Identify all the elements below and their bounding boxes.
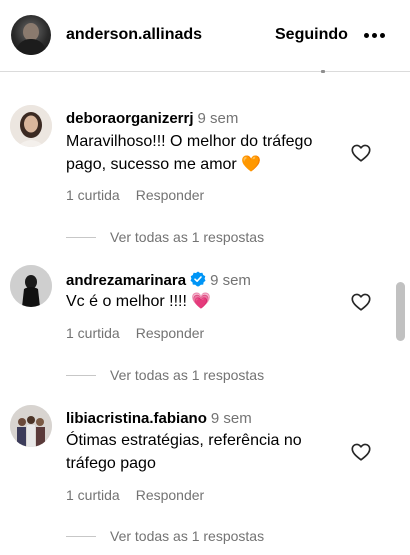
comment-username[interactable]: andrezamarinara 9 sem — [66, 271, 251, 289]
view-replies-button[interactable]: Ver todas as 1 respostas — [66, 367, 264, 383]
heart-icon[interactable] — [350, 441, 372, 463]
heart-icon[interactable] — [350, 142, 372, 164]
view-replies-label[interactable]: Ver todas as 1 respostas — [110, 367, 264, 383]
comment-time: 9 sem — [210, 272, 251, 289]
comment-text: Ótimas estratégias, referência no tráfeg… — [66, 432, 302, 472]
comment-actions: 1 curtida Responder — [66, 325, 204, 341]
following-button[interactable]: Seguindo — [275, 26, 348, 44]
view-replies-label[interactable]: Ver todas as 1 respostas — [110, 528, 264, 544]
view-replies-button[interactable]: Ver todas as 1 respostas — [66, 229, 264, 245]
reply-button[interactable]: Responder — [136, 187, 205, 203]
username-text[interactable]: libiacristina.fabiano — [66, 410, 207, 427]
reply-button[interactable]: Responder — [136, 487, 205, 503]
like-count[interactable]: 1 curtida — [66, 487, 120, 503]
commenter-avatar[interactable] — [10, 265, 52, 307]
comment-username[interactable]: libiacristina.fabiano 9 sem — [66, 410, 252, 427]
comment-text: Maravilhoso!!! O melhor do tráfego pago,… — [66, 133, 313, 173]
author-username[interactable]: anderson.allinads — [66, 26, 202, 44]
replies-divider — [66, 237, 96, 238]
like-count[interactable]: 1 curtida — [66, 187, 120, 203]
comment-time: 9 sem — [197, 110, 239, 127]
replies-divider — [66, 375, 96, 376]
more-horizontal-icon[interactable] — [364, 33, 386, 39]
comment-time: 9 sem — [210, 410, 252, 427]
scrollbar-thumb[interactable] — [396, 282, 405, 341]
scroll-indicator — [321, 70, 325, 73]
username-text[interactable]: deboraorganizerrj — [66, 110, 194, 127]
post-header: anderson.allinads Seguindo — [0, 0, 410, 73]
view-replies-button[interactable]: Ver todas as 1 respostas — [66, 528, 264, 544]
comment-actions: 1 curtida Responder — [66, 187, 204, 203]
comment-actions: 1 curtida Responder — [66, 487, 204, 503]
commenter-avatar[interactable] — [10, 405, 52, 447]
verified-badge-icon — [190, 271, 206, 287]
comment-text: Vc é o melhor !!!! 💗 — [66, 293, 212, 310]
reply-button[interactable]: Responder — [136, 325, 205, 341]
like-count[interactable]: 1 curtida — [66, 325, 120, 341]
heart-icon[interactable] — [350, 291, 372, 313]
author-avatar[interactable] — [11, 15, 51, 55]
replies-divider — [66, 536, 96, 537]
comment-username[interactable]: deboraorganizerrj 9 sem — [66, 110, 238, 127]
commenter-avatar[interactable] — [10, 105, 52, 147]
username-text[interactable]: andrezamarinara — [66, 272, 186, 289]
view-replies-label[interactable]: Ver todas as 1 respostas — [110, 229, 264, 245]
